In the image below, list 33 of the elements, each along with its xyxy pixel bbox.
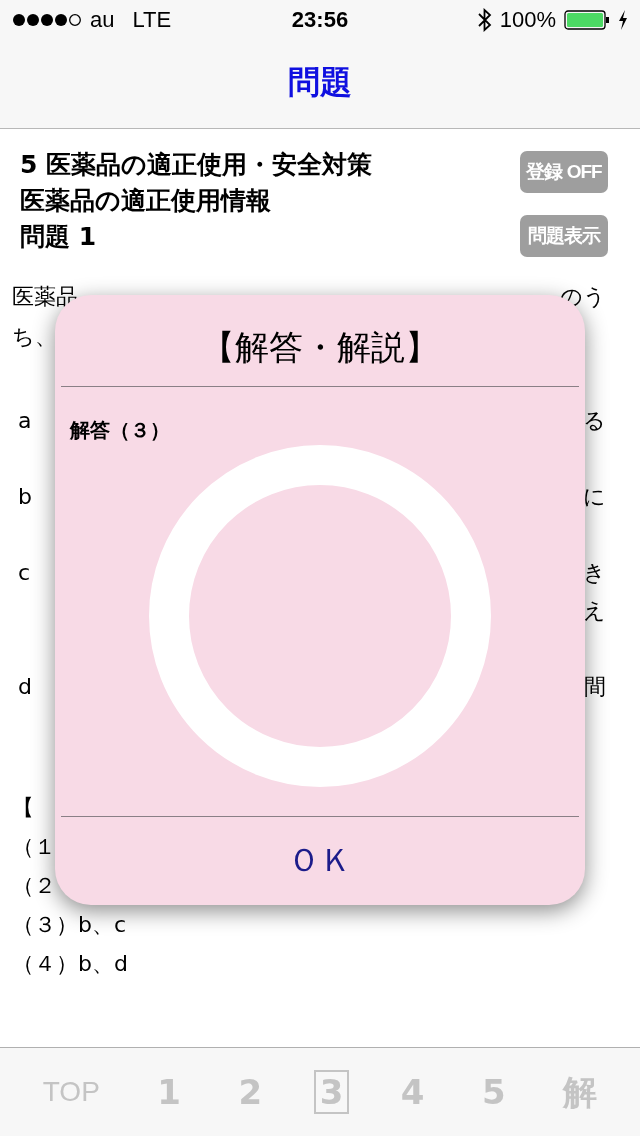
charging-icon [618, 10, 628, 30]
battery-percent: 100% [499, 7, 556, 33]
item-letter: d [18, 674, 32, 699]
choice-text: （３）b、c [12, 911, 127, 939]
carrier: au [90, 7, 115, 33]
item-text: に [583, 483, 606, 511]
question-text: ち、 [12, 323, 57, 351]
item-text: 間 [584, 673, 606, 701]
choice-text: （１ [12, 833, 56, 861]
choice-text: 【 [12, 794, 34, 822]
choice-text: （４）b、d [12, 950, 128, 978]
question-heading: 問題 1 [20, 221, 98, 253]
ok-button[interactable]: ＯＫ [55, 817, 585, 905]
item-text: え [583, 597, 606, 625]
item-text: る [583, 407, 606, 435]
network-type: LTE [132, 7, 172, 33]
header-button[interactable]: 問題表示 [520, 215, 608, 257]
dialog-title: 【解答・解説】 [200, 326, 440, 369]
item-text: き [583, 559, 606, 587]
question-heading: 5 医薬品の適正使用・安全対策 [20, 149, 373, 181]
item-letter: b [18, 484, 32, 509]
battery-icon [564, 10, 610, 30]
header-button[interactable]: 登録 OFF [520, 151, 608, 193]
question-heading: 医薬品の適正使用情報 [20, 185, 272, 217]
nav-title: 問題 [288, 62, 352, 103]
clock: 23:56 [290, 7, 350, 33]
item-letter: a [18, 408, 32, 433]
item-letter: c [18, 560, 31, 585]
correct-circle-icon [149, 445, 491, 787]
answer-label: 解答（３） [68, 417, 171, 444]
signal-icon [12, 13, 82, 27]
bluetooth-icon [477, 8, 492, 32]
choice-text: （２ [12, 872, 56, 900]
